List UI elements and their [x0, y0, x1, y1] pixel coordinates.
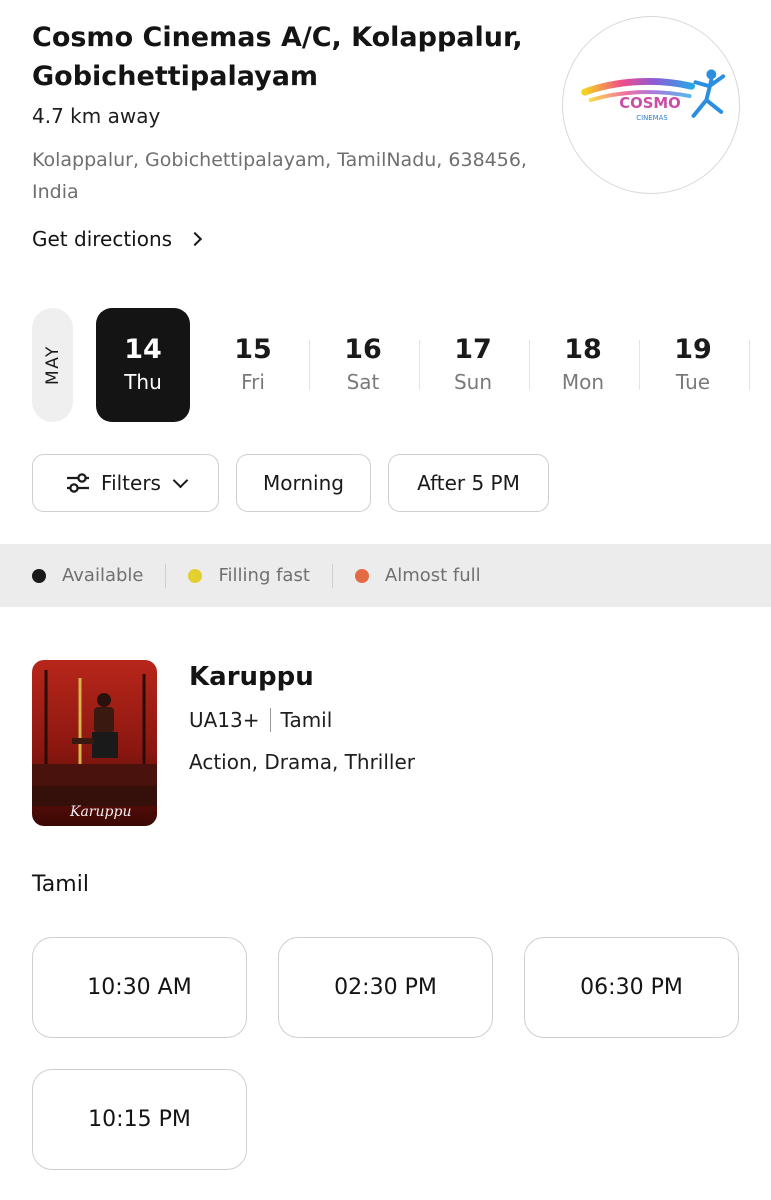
- cinema-name: Cosmo Cinemas A/C, Kolappalur, Gobichett…: [32, 22, 523, 92]
- svg-text:COSMO: COSMO: [619, 95, 681, 112]
- movie-meta: UA13+ Tamil: [189, 708, 332, 732]
- movie-title[interactable]: Karuppu: [189, 662, 314, 692]
- meta-divider: [269, 708, 271, 732]
- legend-item-available: Available: [32, 565, 143, 586]
- filling-fast-dot-icon: [188, 568, 203, 583]
- date-item-15[interactable]: 15 Fri: [206, 308, 300, 422]
- date-number: 18: [564, 334, 602, 365]
- movie-rating: UA13+: [189, 708, 260, 732]
- date-weekday: Mon: [561, 370, 605, 394]
- legend-item-almost-full: Almost full: [354, 565, 481, 586]
- showtime-label: 10:15 PM: [88, 1107, 191, 1132]
- date-weekday: Tue: [675, 370, 711, 394]
- date-divider: [309, 340, 310, 390]
- poster-image: Karuppu: [32, 660, 157, 826]
- legend-label: Available: [62, 565, 144, 586]
- movie-language: Tamil: [280, 708, 333, 732]
- morning-label: Morning: [263, 471, 344, 495]
- date-item-17[interactable]: 17 Sun: [426, 308, 520, 422]
- month-text: MAY: [42, 345, 63, 385]
- almost-full-dot-icon: [354, 568, 369, 583]
- date-weekday: Fri: [241, 370, 265, 394]
- showtime-language-heading: Tamil: [32, 872, 89, 897]
- legend-divider: [331, 563, 333, 588]
- date-number: 17: [454, 334, 492, 365]
- movie-genres: Action, Drama, Thriller: [189, 750, 415, 774]
- get-directions-label: Get directions: [32, 227, 173, 251]
- movie-poster[interactable]: Karuppu: [32, 660, 157, 826]
- date-weekday: Thu: [124, 370, 162, 394]
- date-item-18[interactable]: 18 Mon: [536, 308, 630, 422]
- chevron-right-icon: [188, 231, 203, 247]
- showtime-button[interactable]: 10:30 AM: [32, 937, 247, 1038]
- legend-label: Almost full: [384, 565, 481, 586]
- date-divider: [529, 340, 530, 390]
- after-5pm-label: After 5 PM: [417, 471, 520, 495]
- showtime-label: 06:30 PM: [580, 975, 683, 1000]
- date-item-19[interactable]: 19 Tue: [646, 308, 740, 422]
- date-divider: [639, 340, 640, 390]
- legend-item-filling-fast: Filling fast: [188, 565, 310, 586]
- date-item-16[interactable]: 16 Sat: [316, 308, 410, 422]
- date-item-14[interactable]: 14 Thu: [96, 308, 190, 422]
- morning-filter-chip[interactable]: Morning: [236, 454, 371, 512]
- cinema-address: Kolappalur, Gobichettipalayam, TamilNadu…: [32, 149, 527, 203]
- chevron-down-icon: [172, 472, 189, 488]
- month-label: MAY: [32, 308, 73, 422]
- legend-label: Filling fast: [218, 565, 310, 586]
- get-directions-link[interactable]: Get directions: [32, 224, 203, 254]
- date-number: 15: [234, 334, 272, 365]
- available-dot-icon: [32, 568, 46, 583]
- showtime-button[interactable]: 10:15 PM: [32, 1069, 247, 1170]
- sliders-icon: [67, 473, 90, 493]
- date-number: 14: [124, 334, 162, 365]
- cinema-logo: COSMO CINEMAS: [562, 16, 740, 194]
- legend-divider: [165, 563, 167, 588]
- svg-text:Karuppu: Karuppu: [69, 804, 131, 820]
- showtime-label: 02:30 PM: [334, 975, 437, 1000]
- svg-text:CINEMAS: CINEMAS: [636, 114, 667, 122]
- showtime-button[interactable]: 02:30 PM: [278, 937, 493, 1038]
- filters-label: Filters: [101, 471, 161, 495]
- date-number: 19: [674, 334, 712, 365]
- date-number: 16: [344, 334, 382, 365]
- date-weekday: Sat: [346, 370, 380, 394]
- showtime-label: 10:30 AM: [87, 975, 192, 1000]
- date-divider: [419, 340, 420, 390]
- availability-legend: Available Filling fast Almost full: [0, 544, 771, 607]
- filters-button[interactable]: Filters: [32, 454, 219, 512]
- date-divider: [749, 340, 750, 390]
- showtime-button[interactable]: 06:30 PM: [524, 937, 739, 1038]
- after-5pm-filter-chip[interactable]: After 5 PM: [388, 454, 549, 512]
- date-weekday: Sun: [453, 370, 493, 394]
- cosmo-cinemas-logo: COSMO CINEMAS: [581, 69, 726, 122]
- cinema-distance: 4.7 km away: [32, 104, 161, 128]
